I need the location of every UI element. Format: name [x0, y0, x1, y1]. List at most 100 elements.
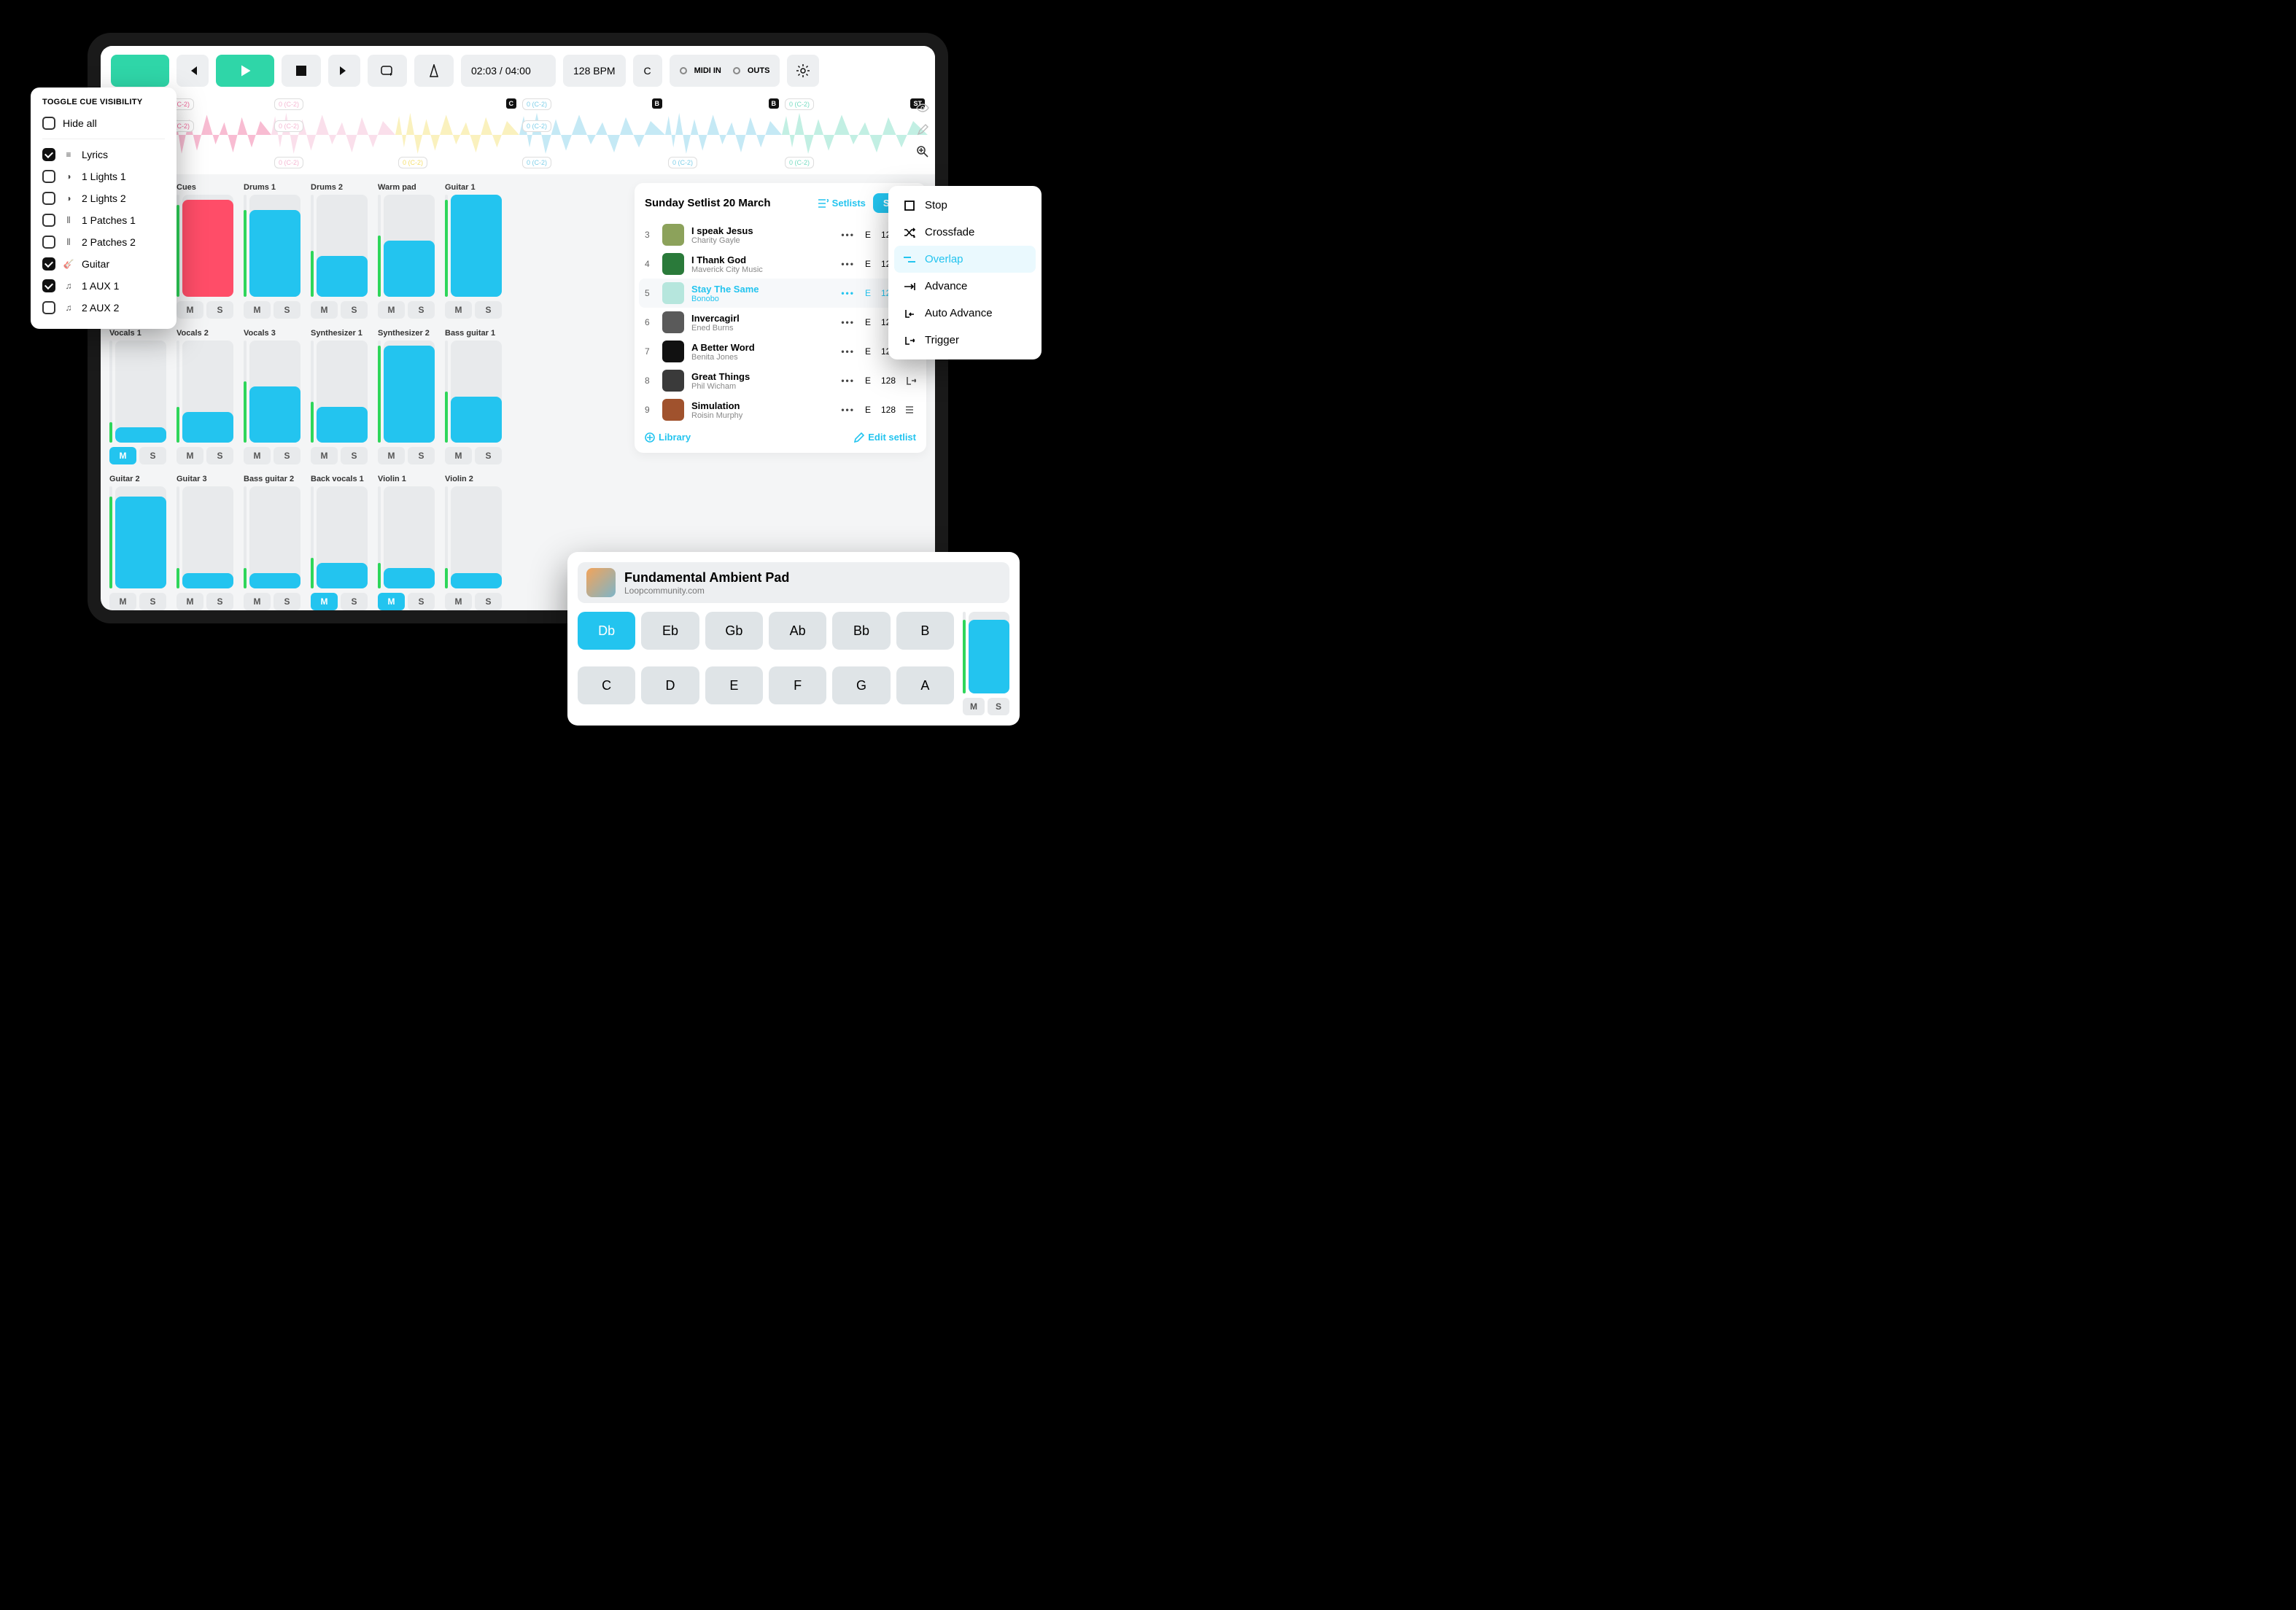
solo-button[interactable]: S	[206, 447, 233, 464]
mute-button[interactable]: M	[311, 447, 338, 464]
bpm-display[interactable]: 128 BPM	[563, 55, 626, 87]
cue-chip[interactable]: 0 (C-2)	[274, 120, 303, 132]
mute-button[interactable]: M	[311, 301, 338, 319]
cue-toggle-item[interactable]: 🎸 Guitar	[42, 253, 165, 275]
checkbox-icon[interactable]	[42, 236, 55, 249]
waveform-segment[interactable]: 0 (C-2)0 (C-2)	[162, 96, 271, 174]
key-display[interactable]: C	[633, 55, 662, 87]
key-d[interactable]: D	[641, 666, 699, 704]
solo-button[interactable]: S	[139, 593, 166, 610]
cue-chip[interactable]: 0 (C-2)	[668, 157, 697, 168]
channel-fader[interactable]	[115, 486, 166, 588]
checkbox-icon[interactable]	[42, 257, 55, 271]
cue-chip[interactable]: 0 (C-2)	[785, 157, 814, 168]
key-eb[interactable]: Eb	[641, 612, 699, 650]
visibility-icon[interactable]	[915, 100, 931, 116]
prev-button[interactable]	[177, 55, 209, 87]
key-gb[interactable]: Gb	[705, 612, 763, 650]
mute-button[interactable]: M	[244, 447, 271, 464]
waveform-segment[interactable]: 0 (C-2)0 (C-2)ST	[782, 96, 928, 174]
key-e[interactable]: E	[705, 666, 763, 704]
channel-fader[interactable]	[115, 341, 166, 443]
solo-button[interactable]: S	[341, 301, 368, 319]
cue-chip[interactable]: 0 (C-2)	[398, 157, 427, 168]
solo-button[interactable]: S	[475, 593, 502, 610]
key-db[interactable]: Db	[578, 612, 635, 650]
key-f[interactable]: F	[769, 666, 826, 704]
mute-button[interactable]: M	[109, 593, 136, 610]
setlist-row[interactable]: 8 Great Things Phil Wicham ••• E 128	[645, 366, 916, 395]
more-icon[interactable]: •••	[841, 288, 855, 298]
channel-fader[interactable]	[384, 341, 435, 443]
mute-button[interactable]: M	[378, 593, 405, 610]
cue-toggle-item[interactable]: ◑ 1 Lights 1	[42, 166, 165, 187]
checkbox-icon[interactable]	[42, 148, 55, 161]
action-auto-advance[interactable]: Auto Advance	[894, 300, 1036, 327]
mute-button[interactable]: M	[244, 301, 271, 319]
cue-toggle-item[interactable]: ≡ Lyrics	[42, 144, 165, 166]
cue-toggle-item[interactable]: ◑ 2 Lights 2	[42, 187, 165, 209]
waveform-segment[interactable]: 0 (C-2)C	[395, 96, 519, 174]
channel-fader[interactable]	[451, 341, 502, 443]
channel-fader[interactable]	[182, 195, 233, 297]
channel-fader[interactable]	[182, 486, 233, 588]
solo-button[interactable]: S	[206, 301, 233, 319]
more-icon[interactable]: •••	[841, 376, 855, 386]
key-ab[interactable]: Ab	[769, 612, 826, 650]
checkbox-icon[interactable]	[42, 279, 55, 292]
more-icon[interactable]: •••	[841, 317, 855, 327]
zoom-icon[interactable]	[915, 144, 931, 160]
channel-fader[interactable]	[317, 486, 368, 588]
cue-chip[interactable]: 0 (C-2)	[785, 98, 814, 110]
more-icon[interactable]: •••	[841, 259, 855, 269]
channel-fader[interactable]	[384, 486, 435, 588]
waveform-strip[interactable]: 0 (C-2)0 (C-2)ST0 (C-2)B0 (C-2)0 (C-2)0 …	[101, 96, 935, 174]
channel-fader[interactable]	[249, 486, 300, 588]
setlist-row[interactable]: 6 Invercagirl Ened Burns ••• E 128	[645, 308, 916, 337]
mute-button[interactable]: M	[445, 447, 472, 464]
mute-button[interactable]: M	[109, 447, 136, 464]
mute-button[interactable]: M	[378, 447, 405, 464]
solo-button[interactable]: S	[408, 447, 435, 464]
pad-fader-track[interactable]	[969, 612, 1009, 693]
solo-button[interactable]: S	[274, 301, 300, 319]
solo-button[interactable]: S	[408, 301, 435, 319]
loop-button[interactable]	[368, 55, 407, 87]
midi-io[interactable]: MIDI IN OUTS	[670, 55, 780, 87]
solo-button[interactable]: S	[206, 593, 233, 610]
key-g[interactable]: G	[832, 666, 890, 704]
action-advance[interactable]: Advance	[894, 273, 1036, 300]
channel-fader[interactable]	[249, 195, 300, 297]
cue-toggle-item[interactable]: ⦀ 1 Patches 1	[42, 209, 165, 231]
cue-chip[interactable]: 0 (C-2)	[274, 157, 303, 168]
more-icon[interactable]: •••	[841, 346, 855, 357]
setlist-row[interactable]: 9 Simulation Roisin Murphy ••• E 128	[645, 395, 916, 424]
settings-button[interactable]	[787, 55, 819, 87]
cue-toggle-item[interactable]: ⦀ 2 Patches 2	[42, 231, 165, 253]
channel-fader[interactable]	[451, 486, 502, 588]
mute-button[interactable]: M	[445, 301, 472, 319]
cue-chip[interactable]: 0 (C-2)	[522, 98, 551, 110]
action-overlap[interactable]: Overlap	[894, 246, 1036, 273]
play-button[interactable]	[216, 55, 274, 87]
more-icon[interactable]: •••	[841, 405, 855, 415]
solo-button[interactable]: S	[274, 593, 300, 610]
mute-button[interactable]: M	[311, 593, 338, 610]
channel-fader[interactable]	[317, 195, 368, 297]
action-trigger[interactable]: Trigger	[894, 327, 1036, 354]
action-stop[interactable]: Stop	[894, 192, 1036, 219]
key-bb[interactable]: Bb	[832, 612, 890, 650]
setlist-row[interactable]: 5 Stay The Same Bonobo ••• E 128	[639, 279, 922, 308]
mute-button[interactable]: M	[378, 301, 405, 319]
next-button[interactable]	[328, 55, 360, 87]
mute-button[interactable]: M	[177, 447, 203, 464]
solo-button[interactable]: S	[475, 447, 502, 464]
setlists-button[interactable]: Setlists	[818, 198, 866, 209]
setlist-row[interactable]: 3 I speak Jesus Charity Gayle ••• E 128	[645, 220, 916, 249]
checkbox-icon[interactable]	[42, 170, 55, 183]
channel-fader[interactable]	[317, 341, 368, 443]
setlist-row[interactable]: 4 I Thank God Maverick City Music ••• E …	[645, 249, 916, 279]
waveform-segment[interactable]: 0 (C-2)B	[665, 96, 782, 174]
mute-button[interactable]: M	[177, 593, 203, 610]
checkbox-icon[interactable]	[42, 117, 55, 130]
